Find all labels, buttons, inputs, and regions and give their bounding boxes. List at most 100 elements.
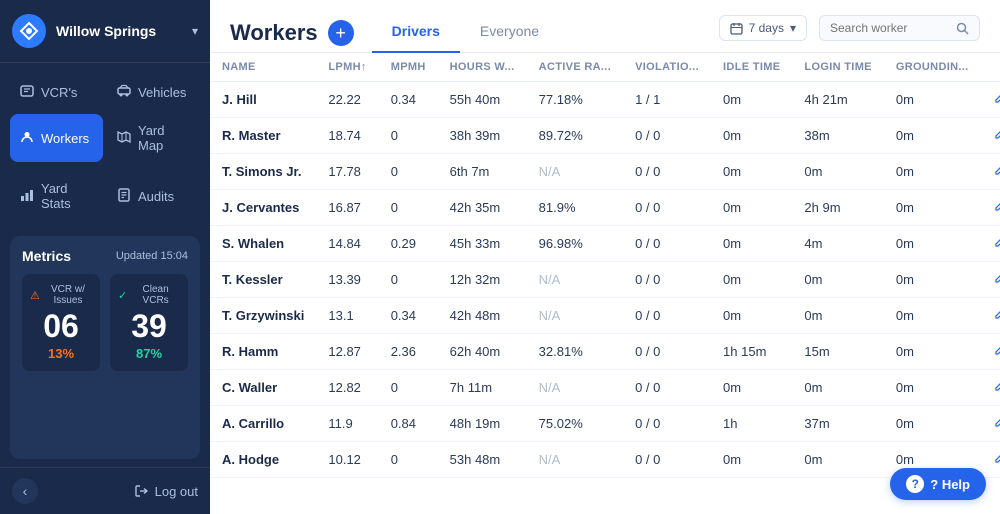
cell-name: A. Hodge xyxy=(210,442,316,478)
workers-title-row: Workers + xyxy=(230,20,354,46)
cell-grounding: 0m xyxy=(884,190,981,226)
cell-mpmh: 0 xyxy=(379,118,438,154)
edit-row-button[interactable] xyxy=(981,154,1000,190)
cell-hours: 62h 40m xyxy=(438,334,527,370)
sidebar-item-vehicles[interactable]: Vehicles xyxy=(107,75,200,110)
table-row: R. Master 18.74 0 38h 39m 89.72% 0 / 0 0… xyxy=(210,118,1000,154)
cell-login: 0m xyxy=(792,154,883,190)
cell-violations: 0 / 0 xyxy=(623,298,711,334)
cell-mpmh: 0 xyxy=(379,370,438,406)
cell-active-ra: 96.98% xyxy=(527,226,623,262)
cell-violations: 1 / 1 xyxy=(623,82,711,118)
edit-row-button[interactable] xyxy=(981,190,1000,226)
cell-hours: 45h 33m xyxy=(438,226,527,262)
edit-row-button[interactable] xyxy=(981,298,1000,334)
edit-row-button[interactable] xyxy=(981,370,1000,406)
search-input[interactable] xyxy=(830,21,950,35)
cell-violations: 0 / 0 xyxy=(623,406,711,442)
tab-drivers[interactable]: Drivers xyxy=(372,15,460,53)
yard-stats-label: Yard Stats xyxy=(41,181,93,211)
page-title: Workers xyxy=(230,20,318,46)
table-container: NAME LPMH↑ MPMH HOURS W... ACTIVE RA... … xyxy=(210,53,1000,514)
cell-violations: 0 / 0 xyxy=(623,190,711,226)
workers-table: NAME LPMH↑ MPMH HOURS W... ACTIVE RA... … xyxy=(210,53,1000,478)
col-idle: IDLE TIME xyxy=(711,53,792,82)
edit-row-button[interactable] xyxy=(981,118,1000,154)
cell-mpmh: 0 xyxy=(379,442,438,478)
sidebar-footer: ‹ Log out xyxy=(0,467,210,514)
main-content: Workers + Drivers Everyone 7 days ▾ NAME xyxy=(210,0,1000,514)
date-filter-button[interactable]: 7 days ▾ xyxy=(719,15,807,41)
header-right: 7 days ▾ xyxy=(719,15,980,51)
sidebar-item-yard-map[interactable]: Yard Map xyxy=(107,114,200,162)
sidebar-item-audits[interactable]: Audits xyxy=(107,172,200,220)
col-name: NAME xyxy=(210,53,316,82)
clean-vcrs-pct: 87% xyxy=(118,346,180,361)
edit-row-button[interactable] xyxy=(981,334,1000,370)
col-edit xyxy=(981,53,1000,82)
cell-grounding: 0m xyxy=(884,334,981,370)
cell-lpmh: 14.84 xyxy=(316,226,378,262)
cell-active-ra: N/A xyxy=(527,262,623,298)
cell-lpmh: 16.87 xyxy=(316,190,378,226)
audits-label: Audits xyxy=(138,189,174,204)
workers-icon xyxy=(20,130,34,147)
table-header-row: NAME LPMH↑ MPMH HOURS W... ACTIVE RA... … xyxy=(210,53,1000,82)
calendar-icon xyxy=(730,22,743,35)
cell-hours: 42h 35m xyxy=(438,190,527,226)
cell-login: 2h 9m xyxy=(792,190,883,226)
date-filter-dropdown-icon: ▾ xyxy=(790,21,796,35)
cell-idle: 0m xyxy=(711,370,792,406)
logout-icon xyxy=(135,484,149,498)
clean-vcrs-value: 39 xyxy=(118,310,180,342)
cell-lpmh: 12.82 xyxy=(316,370,378,406)
cell-idle: 0m xyxy=(711,154,792,190)
add-worker-button[interactable]: + xyxy=(328,20,354,46)
table-row: S. Whalen 14.84 0.29 45h 33m 96.98% 0 / … xyxy=(210,226,1000,262)
cell-name: J. Hill xyxy=(210,82,316,118)
vcr-issues-label: ⚠ VCR w/ Issues xyxy=(30,284,92,306)
cell-name: T. Simons Jr. xyxy=(210,154,316,190)
sidebar-item-vcrs[interactable]: VCR's xyxy=(10,75,103,110)
cell-hours: 38h 39m xyxy=(438,118,527,154)
dropdown-icon[interactable]: ▾ xyxy=(192,24,198,38)
cell-violations: 0 / 0 xyxy=(623,118,711,154)
cell-login: 0m xyxy=(792,262,883,298)
col-violations: VIOLATIO... xyxy=(623,53,711,82)
table-body: J. Hill 22.22 0.34 55h 40m 77.18% 1 / 1 … xyxy=(210,82,1000,478)
tab-everyone[interactable]: Everyone xyxy=(460,15,559,53)
logout-button[interactable]: Log out xyxy=(135,484,198,499)
sidebar-header[interactable]: Willow Springs ▾ xyxy=(0,0,210,63)
search-box xyxy=(819,15,980,41)
vcrs-icon xyxy=(20,84,34,101)
cell-mpmh: 0.84 xyxy=(379,406,438,442)
cell-hours: 42h 48m xyxy=(438,298,527,334)
edit-row-button[interactable] xyxy=(981,82,1000,118)
col-lpmh: LPMH↑ xyxy=(316,53,378,82)
sidebar-bottom-nav: Yard Stats Audits xyxy=(0,168,210,228)
cell-grounding: 0m xyxy=(884,298,981,334)
cell-grounding: 0m xyxy=(884,370,981,406)
audits-icon xyxy=(117,188,131,205)
sidebar-item-workers[interactable]: Workers xyxy=(10,114,103,162)
sidebar: Willow Springs ▾ VCR's Vehicles Workers xyxy=(0,0,210,514)
cell-active-ra: N/A xyxy=(527,370,623,406)
table-row: A. Hodge 10.12 0 53h 48m N/A 0 / 0 0m 0m… xyxy=(210,442,1000,478)
cell-violations: 0 / 0 xyxy=(623,226,711,262)
cell-violations: 0 / 0 xyxy=(623,370,711,406)
metrics-panel: Metrics Updated 15:04 ⚠ VCR w/ Issues 06… xyxy=(10,236,200,459)
cell-mpmh: 0.34 xyxy=(379,298,438,334)
workers-label: Workers xyxy=(41,131,89,146)
edit-row-button[interactable] xyxy=(981,442,1000,478)
help-button[interactable]: ? ? Help xyxy=(890,468,986,500)
edit-row-button[interactable] xyxy=(981,226,1000,262)
edit-row-button[interactable] xyxy=(981,406,1000,442)
edit-row-button[interactable] xyxy=(981,262,1000,298)
collapse-sidebar-button[interactable]: ‹ xyxy=(12,478,38,504)
vcr-issues-card: ⚠ VCR w/ Issues 06 13% xyxy=(22,274,100,371)
cell-active-ra: N/A xyxy=(527,298,623,334)
tabs: Drivers Everyone xyxy=(372,14,559,52)
col-mpmh: MPMH xyxy=(379,53,438,82)
col-grounding: GROUNDIN... xyxy=(884,53,981,82)
sidebar-item-yard-stats[interactable]: Yard Stats xyxy=(10,172,103,220)
